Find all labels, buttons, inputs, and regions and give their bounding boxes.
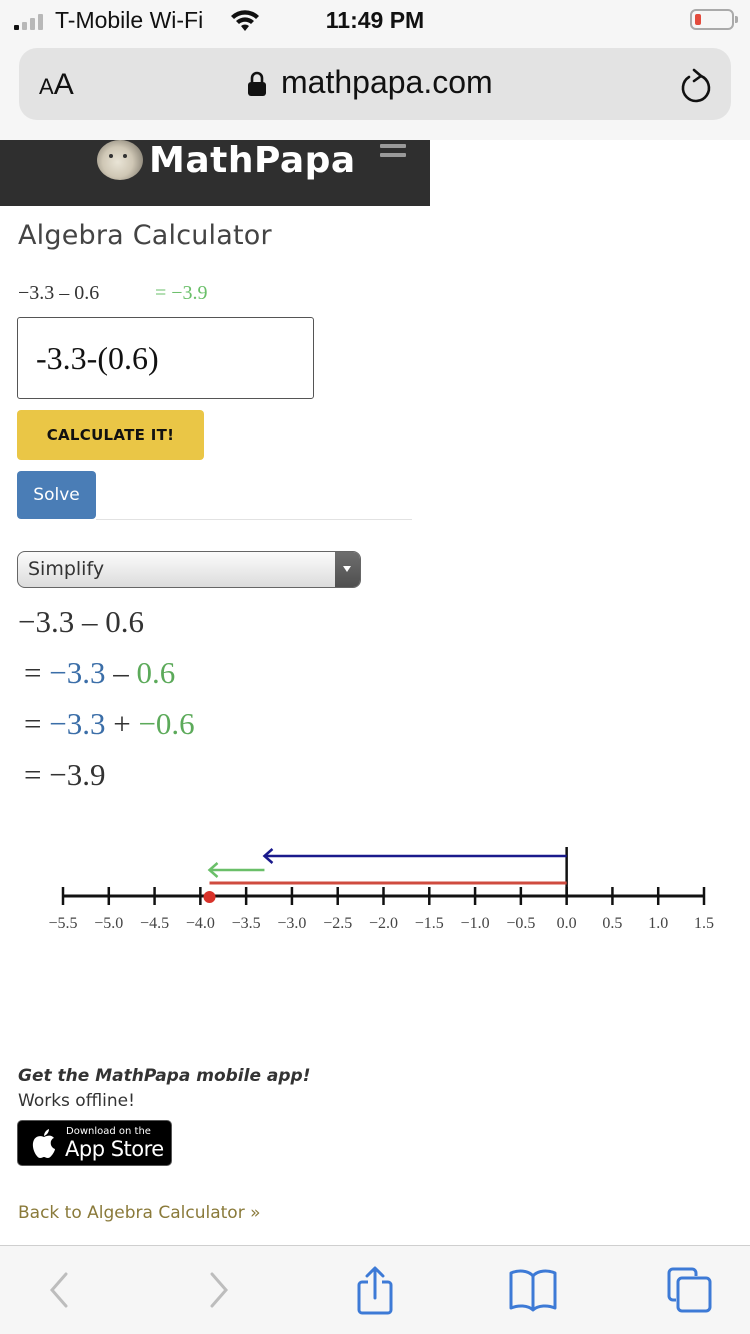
status-bar: T-Mobile Wi-Fi 11:49 PM xyxy=(0,0,750,40)
solve-button[interactable]: Solve xyxy=(17,471,96,519)
site-header: MathPapa xyxy=(0,140,430,206)
tick-label: −5.0 xyxy=(94,915,123,932)
address-bar[interactable]: AA mathpapa.com xyxy=(19,48,731,120)
tick-label: 0.5 xyxy=(602,915,622,932)
result-point xyxy=(203,891,216,903)
expression-preview: −3.3 – 0.6 xyxy=(18,282,100,304)
clock: 11:49 PM xyxy=(325,7,425,33)
mathpapa-logo-icon[interactable] xyxy=(97,140,143,180)
apple-icon xyxy=(32,1129,55,1158)
battery-icon xyxy=(690,9,738,30)
chevron-down-icon[interactable] xyxy=(335,552,360,587)
step-line: = −3.3 + −0.6 xyxy=(24,706,195,741)
calculate-button[interactable]: CALCULATE IT! xyxy=(17,410,204,460)
tick-label: 1.5 xyxy=(694,915,714,932)
share-icon[interactable] xyxy=(354,1266,396,1316)
text-size-button[interactable]: AA xyxy=(39,68,74,102)
step-line: −3.3 – 0.6 xyxy=(18,604,144,639)
app-store-badge[interactable]: Download on the App Store xyxy=(17,1120,172,1166)
site-logo[interactable]: MathPapa xyxy=(149,140,356,181)
promo-title: Get the MathPapa mobile app! xyxy=(18,1066,311,1086)
browser-address-area: AA mathpapa.com xyxy=(0,40,750,140)
preview-result: = −3.9 xyxy=(155,282,208,304)
step-result: = −3.9 xyxy=(24,757,106,792)
term-b: −0.6 xyxy=(138,706,195,741)
tabs-icon[interactable] xyxy=(666,1266,714,1314)
term-a: −3.3 xyxy=(49,655,106,690)
mode-select-value: Simplify xyxy=(28,558,105,580)
tick-label: −1.5 xyxy=(415,915,444,932)
tick-label: −1.0 xyxy=(461,915,490,932)
browser-toolbar xyxy=(0,1245,750,1334)
tick-label: −4.5 xyxy=(140,915,169,932)
tick-label: −4.0 xyxy=(186,915,215,932)
divider xyxy=(96,519,412,520)
page-title: Algebra Calculator xyxy=(18,220,272,251)
mode-select[interactable]: Simplify xyxy=(17,551,361,588)
bookmarks-icon[interactable] xyxy=(508,1266,558,1312)
url-text[interactable]: mathpapa.com xyxy=(281,64,493,101)
forward-icon[interactable] xyxy=(204,1266,234,1314)
lock-icon xyxy=(248,71,266,96)
tick-label: −3.0 xyxy=(277,915,306,932)
tick-label: −5.5 xyxy=(48,915,77,932)
number-line: −5.5 −5.0 −4.5 −4.0 −3.5 −3.0 −2.5 −2.0 −1.5 −1.0… xyxy=(48,847,714,932)
term-b: 0.6 xyxy=(136,655,176,690)
tick-label: −2.5 xyxy=(323,915,352,932)
menu-icon[interactable] xyxy=(380,144,406,162)
back-to-calculator-link[interactable]: Back to Algebra Calculator » xyxy=(18,1203,260,1223)
tick-label: 1.0 xyxy=(648,915,668,932)
term-a: −3.3 xyxy=(49,706,106,741)
reload-icon[interactable] xyxy=(679,68,713,104)
step-line: = −3.3 – 0.6 xyxy=(24,655,176,690)
promo-subtitle: Works offline! xyxy=(18,1091,135,1111)
tick-label: −3.5 xyxy=(232,915,261,932)
expression-input[interactable] xyxy=(17,317,314,399)
tick-label: 0.0 xyxy=(557,915,577,932)
back-icon[interactable] xyxy=(44,1266,74,1314)
tick-label: −2.0 xyxy=(369,915,398,932)
tick-label: −0.5 xyxy=(506,915,535,932)
